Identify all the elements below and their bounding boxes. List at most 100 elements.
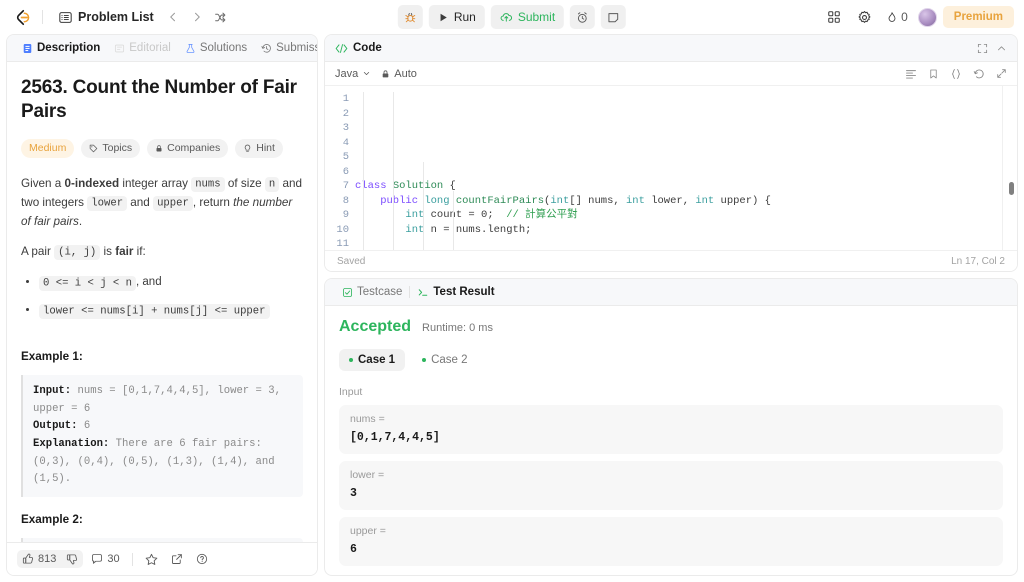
topics-label: Topics bbox=[102, 142, 133, 155]
lock-icon bbox=[381, 69, 390, 79]
line-number-gutter: 1 2 3 4 5 6 7 8 9 10 11 bbox=[325, 86, 355, 250]
debug-button[interactable] bbox=[397, 5, 423, 29]
line-number: 9 bbox=[342, 209, 349, 221]
format-lines-icon[interactable] bbox=[905, 68, 917, 80]
tab-description-label: Description bbox=[37, 42, 101, 54]
status-badge-difficulty[interactable]: Medium bbox=[21, 138, 75, 158]
input-key-nums: nums = bbox=[350, 413, 385, 425]
line-number: 5 bbox=[342, 151, 349, 163]
help-button[interactable] bbox=[191, 550, 213, 568]
input-box-lower: lower = 3 bbox=[339, 461, 1003, 510]
tab-solutions[interactable]: Solutions bbox=[178, 35, 254, 61]
bookmark-icon[interactable] bbox=[928, 68, 939, 80]
chevron-left-icon[interactable] bbox=[162, 6, 184, 28]
description-footer: 813 30 bbox=[7, 542, 317, 575]
line-number: 10 bbox=[336, 223, 349, 236]
upvote-count: 813 bbox=[38, 553, 57, 565]
code-editor[interactable]: 1 2 3 4 5 6 7 8 9 10 11 class Solution { public lo… bbox=[325, 86, 1017, 250]
tab-test-result[interactable]: Test Result bbox=[410, 279, 501, 305]
code-panel-title: Code bbox=[353, 42, 382, 54]
editorial-icon bbox=[114, 43, 125, 54]
shuffle-icon[interactable] bbox=[210, 6, 232, 28]
code-condition-2: lower <= nums[i] + nums[j] <= upper bbox=[39, 303, 270, 319]
comments-button[interactable]: 30 bbox=[86, 550, 124, 568]
fair-conditions-list: 0 <= i < j < n, and lower <= nums[i] + n… bbox=[39, 273, 303, 320]
apps-grid-icon[interactable] bbox=[822, 5, 846, 29]
input-box-nums: nums = [0,1,7,4,4,5] bbox=[339, 405, 1003, 454]
tab-editorial[interactable]: Editorial bbox=[107, 35, 178, 61]
input-value-lower: 3 bbox=[350, 487, 357, 500]
run-button[interactable]: Run bbox=[428, 5, 485, 29]
result-content[interactable]: Accepted Runtime: 0 ms Case 1 Case 2 Inp… bbox=[325, 306, 1017, 575]
line-number: 11 bbox=[336, 238, 349, 250]
case-chip-1[interactable]: Case 1 bbox=[339, 349, 406, 371]
case-chip-2[interactable]: Case 2 bbox=[412, 349, 477, 371]
debug-bug-icon bbox=[404, 11, 417, 24]
avatar[interactable] bbox=[917, 7, 937, 27]
right-column: Code Java Auto 1 2 3 4 5 6 7 8 9 10 11 c… bbox=[324, 34, 1018, 576]
tab-description[interactable]: Description bbox=[15, 35, 107, 61]
lock-icon bbox=[155, 144, 163, 153]
line-number: 3 bbox=[342, 122, 349, 134]
curly-braces-icon[interactable] bbox=[950, 68, 962, 80]
favorite-button[interactable] bbox=[140, 550, 163, 569]
description-content[interactable]: 2563. Count the Number of Fair Pairs Med… bbox=[7, 62, 317, 542]
hint-badge[interactable]: Hint bbox=[235, 138, 283, 158]
output-value: 6 bbox=[77, 420, 91, 433]
chevron-up-icon[interactable] bbox=[996, 43, 1007, 54]
topics-badge[interactable]: Topics bbox=[81, 138, 141, 158]
input-box-upper: upper = 6 bbox=[339, 517, 1003, 566]
code-brackets-icon bbox=[335, 43, 348, 54]
note-icon bbox=[607, 11, 620, 24]
share-button[interactable] bbox=[166, 550, 188, 568]
description-icon bbox=[22, 43, 33, 54]
timer-button[interactable] bbox=[570, 5, 596, 29]
gear-icon[interactable] bbox=[852, 5, 876, 29]
line-number: 7 bbox=[342, 180, 349, 192]
undo-reset-icon[interactable] bbox=[973, 68, 985, 80]
input-value: nums = [0,1,7,4,4,5], lower = 3, upper =… bbox=[33, 385, 288, 415]
main-workspace: Description Editorial Solutions Submis 2… bbox=[0, 34, 1024, 582]
desc-text: . bbox=[78, 214, 83, 228]
chevron-right-icon[interactable] bbox=[186, 6, 208, 28]
tab-testcase[interactable]: Testcase bbox=[335, 279, 409, 305]
desc-text: if: bbox=[133, 244, 146, 258]
companies-badge[interactable]: Companies bbox=[147, 138, 229, 158]
question-circle-icon bbox=[196, 553, 208, 565]
desc-bold: fair bbox=[115, 244, 134, 258]
chevron-down-icon bbox=[362, 69, 371, 78]
submit-button[interactable]: Submit bbox=[490, 5, 565, 29]
leetcode-logo-icon[interactable] bbox=[10, 6, 32, 28]
streak-counter[interactable]: 0 bbox=[882, 10, 912, 24]
explanation-label: Explanation: bbox=[33, 438, 110, 451]
verdict-row: Accepted Runtime: 0 ms bbox=[339, 318, 1003, 336]
list-item: lower <= nums[i] + nums[j] <= upper bbox=[39, 301, 303, 320]
code-line: int n = nums.length; bbox=[355, 223, 532, 236]
code-scrollbar[interactable] bbox=[1009, 182, 1014, 195]
note-button[interactable] bbox=[601, 5, 627, 29]
example-2-block: Input: nums = [1,7,9,2,5], lower = 11, u… bbox=[21, 537, 303, 542]
premium-button[interactable]: Premium bbox=[942, 6, 1014, 28]
upvote-button[interactable]: 813 bbox=[17, 550, 61, 568]
fullscreen-icon[interactable] bbox=[977, 43, 988, 54]
expand-diagonal-icon[interactable] bbox=[996, 68, 1007, 79]
auto-toggle[interactable]: Auto bbox=[381, 68, 417, 80]
code-panel: Code Java Auto 1 2 3 4 5 6 7 8 9 10 11 c… bbox=[324, 34, 1018, 272]
tab-submissions[interactable]: Submissions bbox=[254, 35, 317, 61]
language-selector[interactable]: Java bbox=[335, 68, 371, 80]
test-result-panel: Testcase Test Result Accepted Runtime: 0… bbox=[324, 278, 1018, 576]
tag-icon bbox=[89, 144, 98, 153]
downvote-button[interactable] bbox=[61, 550, 83, 568]
testcase-check-icon bbox=[342, 287, 353, 298]
desc-text: integer array bbox=[119, 176, 192, 190]
problem-list-button[interactable]: Problem List bbox=[53, 7, 160, 27]
code-right-rule bbox=[1002, 86, 1003, 250]
flame-icon bbox=[886, 11, 898, 24]
thumbs-up-icon bbox=[22, 553, 34, 565]
runtime-label: Runtime: 0 ms bbox=[422, 322, 493, 334]
desc-text: , return bbox=[192, 195, 234, 209]
comment-count: 30 bbox=[107, 553, 120, 565]
code-content[interactable]: class Solution { public long countFairPa… bbox=[355, 86, 1017, 250]
problem-description: Given a 0-indexed integer array nums of … bbox=[21, 175, 303, 542]
play-icon bbox=[438, 12, 449, 23]
